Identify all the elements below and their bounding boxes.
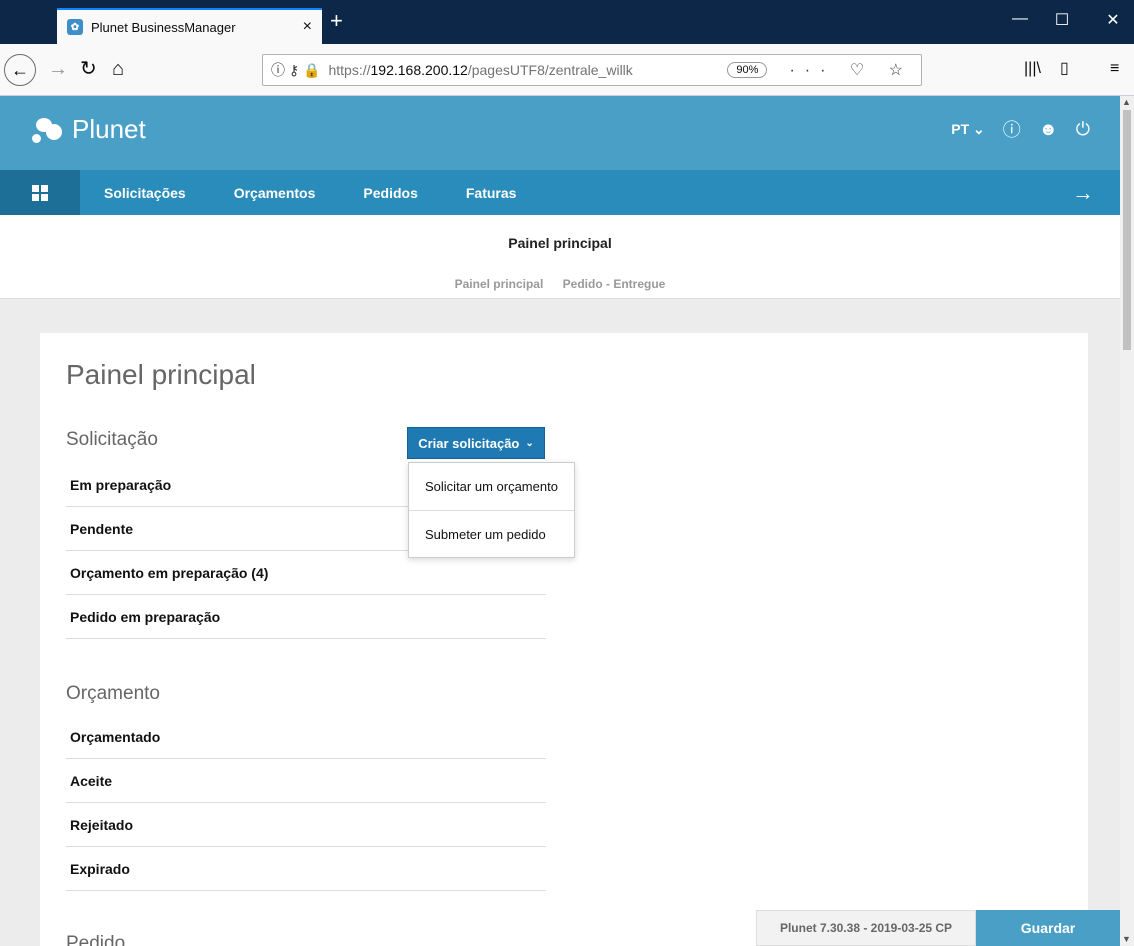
breadcrumb-item[interactable]: Painel principal xyxy=(455,277,544,291)
menu-icon[interactable]: ≡ xyxy=(1110,58,1119,80)
reload-icon[interactable]: ↻ xyxy=(80,58,97,80)
list-item[interactable]: Pedido em preparação xyxy=(66,595,546,639)
user-icon[interactable]: ☻ xyxy=(1039,119,1058,140)
title-band: Painel principal Painel principal Pedido… xyxy=(0,215,1120,299)
close-window-button[interactable]: ✕ xyxy=(1098,10,1128,30)
library-icon[interactable]: |||\ xyxy=(1024,58,1041,80)
browser-navbar: ← → ↻ ⌂ ⓘ ⚷ 🔒 https://192.168.200.12/pag… xyxy=(0,44,1134,96)
power-icon[interactable]: ⏻ xyxy=(1076,119,1090,140)
chevron-down-icon: ⌄ xyxy=(525,437,534,449)
list-item[interactable]: Rejeitado xyxy=(66,803,546,847)
back-arrow-icon[interactable]: ← xyxy=(4,54,36,86)
url-text[interactable]: https://192.168.200.12/pagesUTF8/zentral… xyxy=(328,62,727,78)
app-header: Plunet PT ⌄ ⓘ ☻ ⏻ xyxy=(0,96,1120,170)
quote-list: Orçamentado Aceite Rejeitado Expirado xyxy=(66,715,546,891)
section-title-pedido: Pedido xyxy=(66,933,126,946)
address-bar[interactable]: ⓘ ⚷ 🔒 https://192.168.200.12/pagesUTF8/z… xyxy=(262,54,922,86)
sidebar-icon[interactable]: ▯ xyxy=(1060,58,1069,80)
browser-titlebar: ✿ Plunet BusinessManager × + — ☐ ✕ xyxy=(0,0,1134,44)
plunet-logo-icon xyxy=(32,116,64,144)
version-label: Plunet 7.30.38 - 2019-03-25 CP xyxy=(756,910,976,946)
create-request-dropdown: Solicitar um orçamento Submeter um pedid… xyxy=(408,462,575,558)
maximize-button[interactable]: ☐ xyxy=(1047,10,1077,30)
browser-tab[interactable]: ✿ Plunet BusinessManager × xyxy=(57,8,322,44)
submit-order-option[interactable]: Submeter um pedido xyxy=(409,510,574,557)
nav-pedidos[interactable]: Pedidos xyxy=(339,185,441,201)
minimize-button[interactable]: — xyxy=(1005,10,1035,28)
plunet-favicon-icon: ✿ xyxy=(67,19,83,35)
site-info-icon[interactable]: ⓘ ⚷ 🔒 xyxy=(271,60,320,80)
list-item[interactable]: Expirado xyxy=(66,847,546,891)
section-title-orcamento: Orçamento xyxy=(66,683,160,704)
tab-close-icon[interactable]: × xyxy=(303,18,312,36)
create-request-label: Criar solicitação xyxy=(418,435,520,451)
home-icon[interactable]: ⌂ xyxy=(112,58,124,80)
page-actions-icon[interactable]: ··· ♡ ☆ xyxy=(789,60,913,80)
plunet-logo[interactable]: Plunet xyxy=(32,114,146,145)
dashboard-card: Painel principal Solicitação Criar solic… xyxy=(40,333,1088,946)
grid-icon xyxy=(32,184,48,201)
scroll-up-icon[interactable]: ▲ xyxy=(1122,97,1131,107)
breadcrumb: Painel principal Pedido - Entregue xyxy=(0,277,1120,291)
logo-text: Plunet xyxy=(72,114,146,144)
scroll-thumb[interactable] xyxy=(1123,110,1131,350)
nav-orcamentos[interactable]: Orçamentos xyxy=(210,185,340,201)
section-title-solicitacao: Solicitação xyxy=(66,429,158,450)
new-tab-button[interactable]: + xyxy=(330,10,343,32)
page-scrollbar[interactable]: ▲ ▼ xyxy=(1120,96,1134,946)
dashboard-grid-button[interactable] xyxy=(0,170,80,215)
scroll-down-icon[interactable]: ▼ xyxy=(1122,934,1131,944)
tab-title: Plunet BusinessManager xyxy=(91,19,236,35)
main-navigation: Solicitações Orçamentos Pedidos Faturas … xyxy=(0,170,1120,215)
nav-solicitacoes[interactable]: Solicitações xyxy=(80,185,210,201)
language-selector[interactable]: PT ⌄ xyxy=(951,121,985,138)
forward-arrow-icon[interactable]: → xyxy=(48,58,68,80)
header-tools: PT ⌄ ⓘ ☻ ⏻ xyxy=(951,116,1090,142)
breadcrumb-item[interactable]: Pedido - Entregue xyxy=(563,277,666,291)
page-title: Painel principal xyxy=(66,359,256,390)
create-request-button[interactable]: Criar solicitação ⌄ xyxy=(407,427,545,459)
info-icon[interactable]: ⓘ xyxy=(1003,116,1021,142)
list-item[interactable]: Aceite xyxy=(66,759,546,803)
band-title: Painel principal xyxy=(508,235,612,251)
zoom-level-badge[interactable]: 90% xyxy=(727,62,768,78)
nav-faturas[interactable]: Faturas xyxy=(442,185,541,201)
expand-arrow-icon[interactable]: → xyxy=(1072,180,1120,206)
request-quote-option[interactable]: Solicitar um orçamento xyxy=(409,463,574,510)
list-item[interactable]: Orçamentado xyxy=(66,715,546,759)
save-button[interactable]: Guardar xyxy=(976,910,1120,946)
